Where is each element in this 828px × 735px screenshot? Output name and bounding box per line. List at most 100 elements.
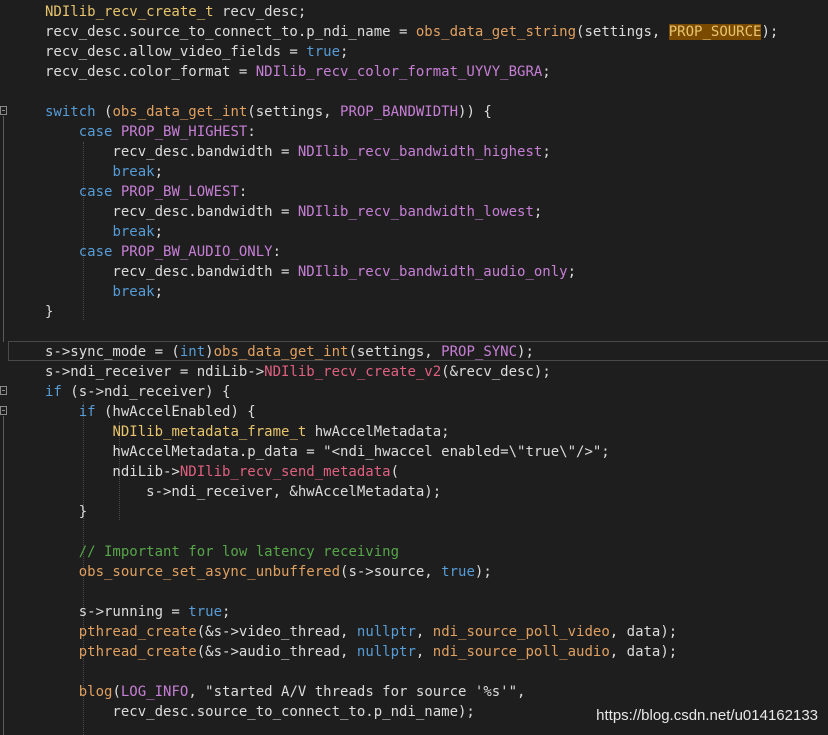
code-token: true [188,604,223,620]
code-line[interactable]: s->running = true; [45,602,778,622]
code-line[interactable]: break; [45,222,778,242]
fold-toggle-icon[interactable] [0,386,7,395]
code-line[interactable]: case PROP_BW_LOWEST: [45,182,778,202]
code-token: ) [205,344,214,360]
code-token: NDIlib_recv_bandwidth_highest [297,144,543,160]
code-token: ); [474,564,492,580]
code-line[interactable]: // Important for low latency receiving [45,542,778,562]
code-token: (hwAccelEnabled) { [95,404,256,420]
code-line[interactable]: if (s->ndi_receiver) { [45,382,778,402]
code-token: obs_data_get_int [213,344,349,360]
code-token: case [78,124,113,140]
code-line[interactable]: s->ndi_receiver, &hwAccelMetadata); [45,482,778,502]
code-line[interactable]: pthread_create(&s->audio_thread, nullptr… [45,642,778,662]
code-token: pthread_create [78,644,197,660]
code-line[interactable]: pthread_create(&s->video_thread, nullptr… [45,622,778,642]
code-token: true [441,564,475,580]
fold-toggle-icon[interactable] [0,106,7,115]
code-token: ; [542,64,551,80]
code-line[interactable] [45,582,778,602]
code-token: ( [95,104,113,120]
code-line[interactable]: s->ndi_receiver = ndiLib->NDIlib_recv_cr… [45,362,778,382]
code-token: ( [390,464,400,480]
code-token: PROP_BW_AUDIO_ONLY [120,244,273,260]
code-token: PROP_SYNC [441,344,518,360]
code-token: (settings, [576,24,669,40]
code-token: ndi_source_poll_audio [432,644,610,660]
code-token: ; [154,224,164,240]
code-token: } [45,304,54,320]
code-token: : [238,184,248,200]
code-token: : [272,244,282,260]
code-line[interactable]: recv_desc.bandwidth = NDIlib_recv_bandwi… [45,142,778,162]
code-line[interactable]: break; [45,282,778,302]
code-line[interactable] [45,82,778,102]
code-text[interactable]: NDIlib_recv_create_t recv_desc; recv_desc… [45,2,778,722]
code-line[interactable]: } [45,502,778,522]
code-token: , "started A/V threads for source '%s'", [188,684,526,700]
code-token: PROP_BANDWIDTH [340,104,459,120]
code-token: PROP_SOURCE [668,24,762,40]
code-line[interactable]: break; [45,162,778,182]
code-line[interactable]: ndiLib->NDIlib_recv_send_metadata( [45,462,778,482]
code-token: s->running = [45,604,189,620]
code-token: ndi_source_poll_video [432,624,610,640]
code-token: s->sync_mode = ( [45,344,180,360]
code-line[interactable]: recv_desc.allow_video_fields = true; [45,42,778,62]
code-line[interactable]: recv_desc.bandwidth = NDIlib_recv_bandwi… [45,202,778,222]
code-token: , [415,644,433,660]
code-line[interactable]: blog(LOG_INFO, "started A/V threads for … [45,682,778,702]
code-line[interactable] [45,322,778,342]
code-token: , data); [609,644,678,660]
code-line[interactable]: hwAccelMetadata.p_data = "<ndi_hwaccel e… [45,442,778,462]
code-line[interactable]: case PROP_BW_HIGHEST: [45,122,778,142]
fold-guide-line [3,416,4,735]
fold-toggle-icon[interactable] [0,406,7,415]
code-token: PROP_BW_HIGHEST [120,124,248,140]
code-token: int [179,344,206,360]
code-line[interactable]: switch (obs_data_get_int(settings, PROP_… [45,102,778,122]
code-line[interactable]: recv_desc.bandwidth = NDIlib_recv_bandwi… [45,262,778,282]
code-token: case [78,244,113,260]
code-line[interactable] [45,662,778,682]
code-line[interactable]: if (hwAccelEnabled) { [45,402,778,422]
code-token: obs_source_set_async_unbuffered [78,564,341,580]
code-line[interactable]: case PROP_BW_AUDIO_ONLY: [45,242,778,262]
code-editor[interactable]: NDIlib_recv_create_t recv_desc; recv_desc… [0,0,828,735]
code-line[interactable]: recv_desc.source_to_connect_to.p_ndi_nam… [45,22,778,42]
code-line[interactable]: s->sync_mode = (int)obs_data_get_int(set… [45,342,778,362]
code-token: hwAccelMetadata; [306,424,450,440]
code-token: recv_desc.source_to_connect_to.p_ndi_nam… [45,24,416,40]
code-token: (settings, [247,104,341,120]
code-line[interactable]: recv_desc.color_format = NDIlib_recv_col… [45,62,778,82]
code-token: switch [45,104,96,120]
code-token: recv_desc.bandwidth = [45,204,298,220]
code-token: "<ndi_hwaccel enabled=\"true\"/>"; [323,444,610,460]
code-token: LOG_INFO [120,684,189,700]
code-line[interactable]: } [45,302,778,322]
code-token: recv_desc.allow_video_fields = [45,44,307,60]
code-token: case [78,184,113,200]
code-line[interactable]: NDIlib_metadata_frame_t hwAccelMetadata; [45,422,778,442]
code-token: hwAccelMetadata.p_data = [45,444,324,460]
code-line[interactable] [45,522,778,542]
code-token: nullptr [356,644,416,660]
code-token: obs_data_get_int [112,104,248,120]
code-token: ; [154,284,164,300]
code-line[interactable]: obs_source_set_async_unbuffered(s->sourc… [45,562,778,582]
code-token: ; [154,164,164,180]
code-token: ); [761,24,779,40]
code-line[interactable]: NDIlib_recv_create_t recv_desc; [45,2,778,22]
code-token: (s->source, [340,564,442,580]
code-token: true [306,44,341,60]
code-token: NDIlib_recv_bandwidth_lowest [297,204,534,220]
